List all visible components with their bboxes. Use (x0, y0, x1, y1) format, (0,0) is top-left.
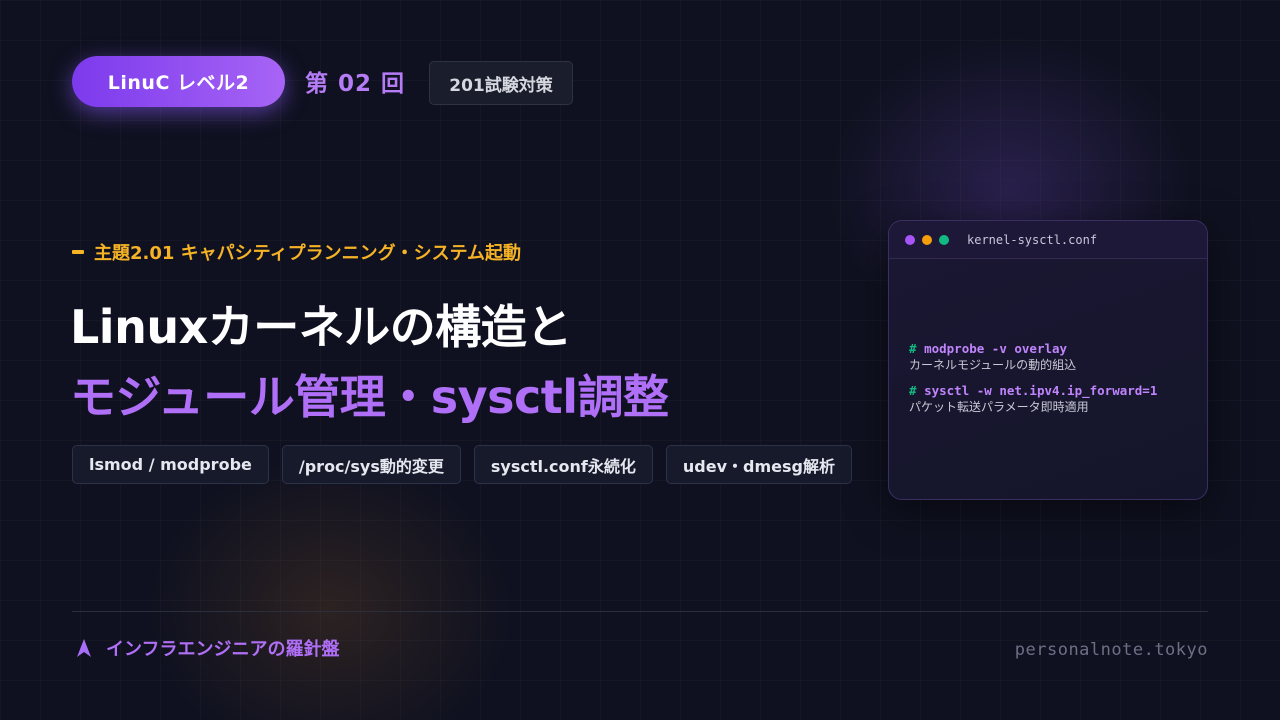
terminal-command: # modprobe -v overlay (909, 340, 1197, 357)
prompt-symbol: # (909, 383, 917, 398)
command-text: modprobe -v overlay (924, 341, 1068, 356)
prompt-symbol: # (909, 341, 917, 356)
terminal-window: kernel-sysctl.conf # modprobe -v overlay… (888, 220, 1208, 500)
exam-tag: 201試験対策 (429, 61, 573, 105)
site-url: personalnote.tokyo (1014, 640, 1208, 660)
title-line-1: Linuxカーネルの構造と (70, 300, 572, 354)
tag-lsmod: lsmod / modprobe (72, 445, 269, 484)
terminal-filename: kernel-sysctl.conf (967, 232, 1098, 247)
brand-name: インフラエンジニアの羅針盤 (106, 639, 340, 660)
brand: インフラエンジニアの羅針盤 (76, 634, 339, 662)
tag-list: lsmod / modprobe /proc/sys動的変更 sysctl.co… (72, 445, 852, 484)
episode-number: 第 02 回 (305, 71, 406, 97)
tag-sysctl-conf: sysctl.conf永続化 (473, 445, 653, 484)
purple-dot-icon (905, 234, 915, 245)
orange-dot-icon (922, 234, 932, 245)
level-badge: LinuC レベル2 (72, 56, 285, 107)
tag-udev-dmesg: udev・dmesg解析 (665, 445, 852, 484)
topic-dash-icon (72, 250, 84, 254)
title-line-2: モジュール管理・sysctl調整 (70, 370, 669, 424)
page-title: Linuxカーネルの構造と モジュール管理・sysctl調整 (70, 292, 669, 432)
green-dot-icon (939, 234, 949, 245)
tag-proc-sys: /proc/sys動的変更 (281, 445, 461, 484)
terminal-command: # sysctl -w net.ipv4.ip_forward=1 (909, 382, 1197, 399)
compass-arrow-icon (77, 639, 91, 657)
command-text: sysctl -w net.ipv4.ip_forward=1 (924, 383, 1158, 398)
terminal-title-bar: kernel-sysctl.conf (889, 221, 1207, 259)
topic-label: 主題2.01 キャパシティプランニング・システム起動 (72, 238, 521, 266)
command-description: パケット転送パラメータ即時適用 (909, 400, 1089, 414)
terminal-body: # modprobe -v overlay カーネルモジュールの動的組込 # s… (909, 340, 1197, 424)
footer-divider (72, 611, 1208, 612)
command-description: カーネルモジュールの動的組込 (909, 358, 1077, 372)
topic-text: 主題2.01 キャパシティプランニング・システム起動 (94, 243, 522, 264)
